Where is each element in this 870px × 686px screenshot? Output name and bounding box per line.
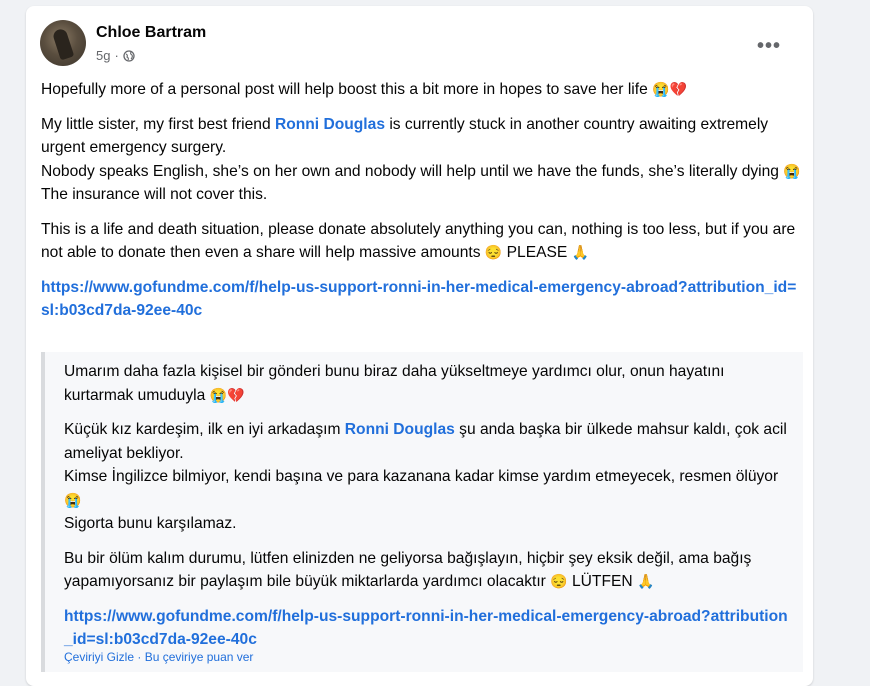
pensive-emoji: 😔 — [550, 573, 568, 589]
post-text: PLEASE — [506, 244, 568, 261]
praying-hands-emoji: 🙏 — [571, 244, 590, 260]
post-paragraph: This is a life and death situation, plea… — [41, 218, 801, 265]
translation-paragraph: Umarım daha fazla kişisel bir gönderi bu… — [64, 360, 789, 407]
translation-text: Kimse İngilizce bilmiyor, kendi başına v… — [64, 468, 779, 485]
hide-translation-link[interactable]: Çeviriyi Gizle — [64, 650, 134, 664]
mention-link[interactable]: Ronni Douglas — [345, 421, 455, 438]
mention-link[interactable]: Ronni Douglas — [275, 116, 385, 133]
post-text: This is a life and death situation, plea… — [41, 220, 796, 262]
post-text: My little sister, my first best friend — [41, 115, 275, 133]
post-card: Chloe Bartram 5g · ••• Hopefully more of… — [26, 6, 813, 686]
translation-footer: Çeviriyi Gizle · Bu çeviriye puan ver — [64, 650, 254, 664]
post-meta: 5g · — [96, 48, 135, 63]
crying-emoji: 😭 — [64, 491, 82, 508]
crying-broken-heart-emoji: 😭💔 — [209, 386, 245, 403]
translation-block: Umarım daha fazla kişisel bir gönderi bu… — [41, 352, 803, 672]
translation-text: Sigorta bunu karşılamaz. — [64, 515, 237, 532]
crying-broken-heart-emoji: 😭💔 — [652, 81, 687, 97]
translation-text: Umarım daha fazla kişisel bir gönderi bu… — [64, 363, 725, 404]
translation-text: Küçük kız kardeşim, ilk en iyi arkadaşım — [64, 421, 345, 438]
pensive-emoji: 😔 — [484, 244, 503, 260]
translation-paragraph: https://www.gofundme.com/f/help-us-suppo… — [64, 605, 789, 652]
more-horizontal-icon[interactable]: ••• — [751, 28, 787, 64]
rate-translation-link[interactable]: Bu çeviriye puan ver — [145, 650, 254, 664]
post-text: The insurance will not cover this. — [41, 186, 268, 203]
author-name[interactable]: Chloe Bartram — [96, 24, 206, 42]
globe-icon[interactable] — [123, 49, 135, 62]
avatar[interactable] — [40, 20, 86, 66]
post-paragraph: My little sister, my first best friend R… — [41, 113, 801, 207]
translation-paragraph: Küçük kız kardeşim, ilk en iyi arkadaşım… — [64, 418, 789, 536]
post-paragraph: https://www.gofundme.com/f/help-us-suppo… — [41, 276, 801, 323]
post-body: Hopefully more of a personal post will h… — [41, 78, 801, 334]
post-time[interactable]: 5g — [96, 48, 110, 63]
gofundme-link[interactable]: https://www.gofundme.com/f/help-us-suppo… — [41, 279, 796, 320]
translation-text: LÜTFEN — [571, 573, 633, 590]
praying-hands-emoji: 🙏 — [636, 573, 655, 589]
translation-paragraph: Bu bir ölüm kalım durumu, lütfen elinizd… — [64, 547, 789, 594]
translation-body: Umarım daha fazla kişisel bir gönderi bu… — [64, 360, 789, 663]
post-header: Chloe Bartram 5g · ••• — [40, 20, 799, 70]
post-text: Nobody speaks English, she’s on her own … — [41, 162, 779, 180]
gofundme-link[interactable]: https://www.gofundme.com/f/help-us-suppo… — [64, 608, 788, 649]
post-paragraph: Hopefully more of a personal post will h… — [41, 78, 801, 102]
post-text: Hopefully more of a personal post will h… — [41, 81, 648, 98]
crying-emoji: 😭 — [783, 162, 801, 179]
